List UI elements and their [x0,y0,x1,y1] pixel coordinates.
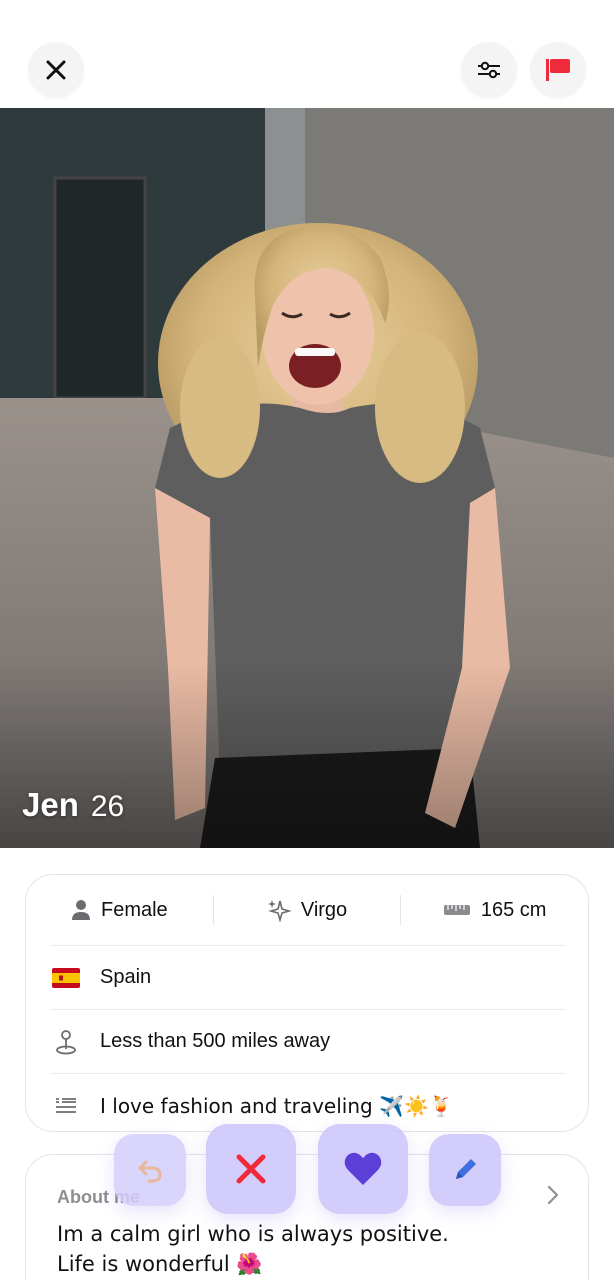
undo-icon [138,1160,162,1183]
info-card: Female Virgo 165 cm Spain Less than 500 … [25,874,589,1132]
about-card[interactable]: About me Im a calm girl who is always po… [25,1154,589,1280]
about-text: Im a calm girl who is always positive. L… [57,1219,557,1279]
country-label: Spain [100,966,152,988]
x-icon [236,1154,266,1184]
distance-row: Less than 500 miles away [50,1009,566,1073]
pencil-icon [456,1159,476,1179]
about-text-line: Im a calm girl who is always positive. [57,1222,449,1246]
person-icon [71,900,90,920]
zodiac-label: Virgo [300,898,348,921]
bio-label: I love fashion and traveling ✈️☀️🍹 [100,1093,454,1118]
profile-name: Jen [22,786,79,823]
stats-row: Female Virgo 165 cm [26,875,588,945]
chevron-right-icon [547,1185,559,1205]
filter-button[interactable] [461,42,517,98]
report-button[interactable] [530,42,586,98]
about-text-line: Life is wonderful 🌺 [57,1252,263,1276]
quote-lines-icon [50,1096,82,1116]
profile-name-line: Jen 26 [22,786,124,824]
spain-flag-icon [50,967,82,988]
bio-row: I love fashion and traveling ✈️☀️🍹 [50,1073,566,1137]
ruler-icon [443,905,470,915]
height-label: 165 cm [480,898,547,921]
gender-stat: Female [26,899,213,922]
distance-label: Less than 500 miles away [100,1030,331,1052]
close-icon [46,60,66,80]
location-pin-icon [50,1029,82,1055]
profile-age: 26 [90,790,125,823]
top-bar [0,0,614,108]
undo-button[interactable] [114,1134,186,1206]
edit-button[interactable] [429,1134,501,1206]
like-button[interactable] [318,1124,408,1214]
sliders-icon [478,61,500,79]
sparkle-icon [267,900,291,922]
zodiac-stat: Virgo [214,898,401,922]
nope-button[interactable] [206,1124,296,1214]
country-row: Spain [50,945,566,1009]
heart-icon [344,1152,382,1185]
close-button[interactable] [28,42,84,98]
height-stat: 165 cm [401,899,588,922]
gender-label: Female [100,898,168,921]
profile-photo[interactable] [0,108,614,848]
flag-icon [546,59,570,81]
